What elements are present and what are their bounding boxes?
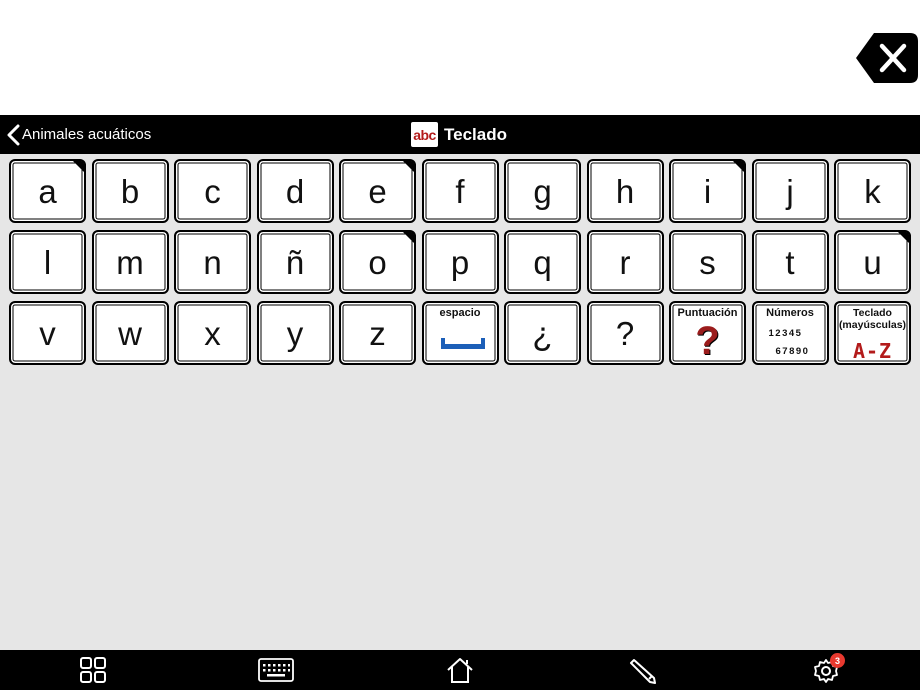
key-b[interactable]: b xyxy=(91,159,169,223)
key-label: p xyxy=(450,243,470,281)
key-label: x xyxy=(204,314,221,352)
key-l[interactable]: l xyxy=(9,230,86,294)
key-label: j xyxy=(786,172,794,210)
key-label: q xyxy=(533,243,552,281)
abc-keyboard-icon: abc xyxy=(411,122,438,147)
key-label: ñ xyxy=(285,243,305,281)
key-m[interactable]: m xyxy=(91,230,169,294)
key-label: f xyxy=(455,172,465,210)
key-x[interactable]: x xyxy=(174,301,251,365)
message-bar[interactable] xyxy=(0,0,920,115)
numbers-row-2: 67890 xyxy=(775,346,810,357)
key-label: y xyxy=(286,314,304,352)
key-n[interactable]: n xyxy=(174,230,251,294)
punctuation-folder-button[interactable]: Puntuación ? xyxy=(669,301,746,365)
key-label: a xyxy=(38,172,57,210)
space-label: espacio xyxy=(439,307,481,319)
question-mark-icon: ? xyxy=(695,319,720,363)
back-button[interactable]: Animales acuáticos xyxy=(6,115,151,154)
numbers-folder-button[interactable]: Números 12345 67890 xyxy=(751,301,829,365)
key-a[interactable]: a xyxy=(9,159,86,223)
pencil-icon xyxy=(630,659,656,684)
key-p[interactable]: p xyxy=(421,230,499,294)
key-z[interactable]: z xyxy=(339,301,416,365)
keyboard-icon xyxy=(258,658,294,682)
key-t[interactable]: t xyxy=(751,230,829,294)
key-label: z xyxy=(369,314,386,352)
key-label: w xyxy=(118,314,142,352)
uppercase-label: Teclado (mayúsculas) xyxy=(838,307,907,331)
key-label: ¿ xyxy=(532,314,553,352)
key-n-tilde[interactable]: ñ xyxy=(256,230,334,294)
key-f[interactable]: f xyxy=(421,159,499,223)
key-e[interactable]: e xyxy=(339,159,416,223)
clear-message-button[interactable] xyxy=(856,33,918,83)
key-i[interactable]: i xyxy=(669,159,746,223)
punctuation-label: Puntuación xyxy=(677,307,738,319)
abc-icon-text: abc xyxy=(413,126,436,143)
home-button[interactable] xyxy=(440,650,480,690)
key-label: t xyxy=(785,243,795,281)
key-label: g xyxy=(533,172,552,210)
home-icon xyxy=(447,658,473,683)
key-label: k xyxy=(864,172,881,210)
numbers-row-1: 12345 xyxy=(768,328,803,339)
key-c[interactable]: c xyxy=(174,159,251,223)
key-space[interactable]: espacio xyxy=(421,301,499,365)
close-icon xyxy=(856,33,918,83)
nav-bar: Animales acuáticos abc Teclado xyxy=(0,115,920,154)
key-u[interactable]: u xyxy=(834,230,911,294)
grid-view-button[interactable] xyxy=(73,650,113,690)
key-label: r xyxy=(619,243,631,281)
key-label: u xyxy=(863,243,882,281)
key-label: i xyxy=(703,172,712,210)
bottom-toolbar: 3 xyxy=(0,650,920,690)
key-j[interactable]: j xyxy=(751,159,829,223)
key-w[interactable]: w xyxy=(91,301,169,365)
key-label: d xyxy=(285,172,305,210)
key-label: l xyxy=(43,243,52,281)
uppercase-icon: A-Z xyxy=(852,339,893,363)
key-r[interactable]: r xyxy=(586,230,664,294)
key-label: s xyxy=(699,243,716,281)
key-y[interactable]: y xyxy=(256,301,334,365)
key-q[interactable]: q xyxy=(504,230,581,294)
key-o[interactable]: o xyxy=(339,230,416,294)
back-label: Animales acuáticos xyxy=(22,126,152,143)
settings-button[interactable]: 3 xyxy=(806,650,846,690)
key-inverted-question[interactable]: ¿ xyxy=(504,301,581,365)
key-label: c xyxy=(204,172,221,210)
key-label: n xyxy=(203,243,222,281)
key-d[interactable]: d xyxy=(256,159,334,223)
page-title-group: abc Teclado xyxy=(411,115,507,154)
chevron-left-icon xyxy=(7,124,20,145)
space-bar-icon xyxy=(440,338,485,349)
key-h[interactable]: h xyxy=(586,159,664,223)
keyboard-grid: a b c d e f g h i j k l m n ñ o p q r s … xyxy=(9,159,911,365)
page-title: Teclado xyxy=(444,124,507,144)
key-label: ? xyxy=(615,314,635,352)
key-label: o xyxy=(368,243,387,281)
grid-icon xyxy=(80,657,106,683)
key-s[interactable]: s xyxy=(669,230,746,294)
key-label: h xyxy=(615,172,635,210)
edit-button[interactable] xyxy=(623,650,663,690)
key-question[interactable]: ? xyxy=(586,301,664,365)
keyboard-button[interactable] xyxy=(256,650,296,690)
notification-badge: 3 xyxy=(830,653,845,668)
key-label: m xyxy=(116,243,144,281)
key-g[interactable]: g xyxy=(504,159,581,223)
key-label: v xyxy=(39,314,56,352)
key-label: e xyxy=(368,172,387,210)
key-k[interactable]: k xyxy=(834,159,911,223)
key-label: b xyxy=(120,172,140,210)
numbers-label: Números xyxy=(766,307,814,319)
key-v[interactable]: v xyxy=(9,301,86,365)
uppercase-keyboard-button[interactable]: Teclado (mayúsculas) A-Z xyxy=(834,301,911,365)
